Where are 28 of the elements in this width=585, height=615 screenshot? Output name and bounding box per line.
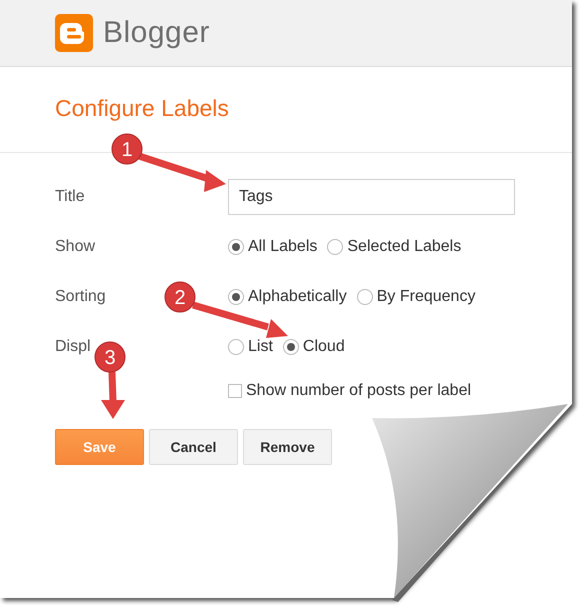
action-button[interactable]: Cancel xyxy=(149,429,238,465)
radio-button[interactable] xyxy=(228,239,244,255)
option-label[interactable]: By Frequency xyxy=(376,288,476,306)
radio-button[interactable] xyxy=(356,289,373,305)
option-label[interactable]: Show number of posts per label xyxy=(246,382,472,400)
title-field[interactable]: Tags xyxy=(228,179,515,215)
option-label[interactable]: List xyxy=(248,338,273,356)
brand-name: Blogger xyxy=(103,16,210,50)
radio-button[interactable] xyxy=(228,339,244,355)
annotation-arrow xyxy=(101,372,125,419)
step-badge: 2 xyxy=(164,282,196,312)
step-badge: 1 xyxy=(112,134,142,164)
field-label: Sorting xyxy=(55,288,106,305)
field-label: Title xyxy=(55,188,85,205)
option-label[interactable]: Alphabetically xyxy=(248,288,347,306)
action-button[interactable]: Remove xyxy=(243,429,332,465)
radio-button[interactable] xyxy=(282,339,299,355)
option-label[interactable]: Selected Labels xyxy=(347,238,462,256)
option-label[interactable]: All Labels xyxy=(248,238,318,256)
field-label: Show xyxy=(55,238,96,255)
logo-icon xyxy=(55,14,93,52)
option-label[interactable]: Cloud xyxy=(302,338,345,356)
step-badge: 3 xyxy=(94,342,126,372)
radio-button[interactable] xyxy=(327,239,344,255)
page-title: Configure Labels xyxy=(54,94,230,123)
checkbox[interactable] xyxy=(228,384,242,398)
field-label: Displ xyxy=(55,338,91,355)
radio-button[interactable] xyxy=(228,289,244,305)
